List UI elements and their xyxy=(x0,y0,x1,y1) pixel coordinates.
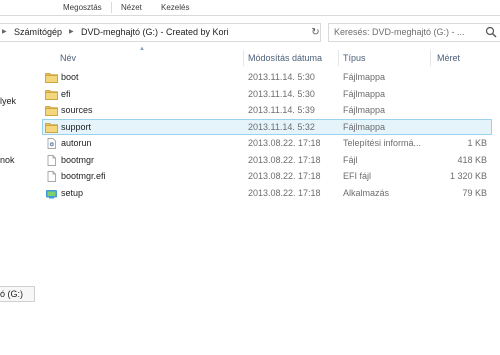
file-name: setup xyxy=(61,187,84,198)
file-type: Fájlmappa xyxy=(343,72,386,82)
address-row: ▶ Számítógép ▶ DVD-meghajtó (G:) - Creat… xyxy=(0,15,500,47)
file-name: sources xyxy=(61,105,93,115)
file-name: bootmgr.efi xyxy=(61,171,106,181)
tab-share[interactable]: Megosztás xyxy=(63,3,102,12)
navigation-pane: lyek nok ó (G:) xyxy=(0,46,37,355)
file-list: ▲ Név Módosítás dátuma Típus Méret boot 2… xyxy=(36,46,500,355)
breadcrumb-chevron-icon[interactable]: ▶ xyxy=(69,28,74,35)
file-size: 418 KB xyxy=(457,154,487,165)
column-header-name[interactable]: Név xyxy=(60,53,76,63)
nav-drive-label: ó (G:) xyxy=(0,289,24,299)
file-type: Telepítési informá... xyxy=(343,138,422,148)
file-row[interactable]: bootmgr.efi 2013.08.22. 17:18 EFI fájl 1 32… xyxy=(42,168,492,184)
folder-icon xyxy=(45,122,58,133)
file-name: boot xyxy=(61,72,79,82)
file-row[interactable]: bootmgr 2013.08.22. 17:18 Fájl 418 KB xyxy=(42,152,492,168)
tab-view[interactable]: Nézet xyxy=(121,3,142,12)
file-name: bootmgr xyxy=(61,154,95,165)
file-name: efi xyxy=(61,88,71,99)
file-type: Fájlmappa xyxy=(343,121,386,132)
refresh-icon[interactable]: ↻ xyxy=(308,26,323,39)
search-input[interactable]: Keresés: DVD-meghajtó (G:) - ... xyxy=(328,23,500,42)
file-row[interactable]: efi 2013.11.14. 5:30 Fájlmappa xyxy=(42,86,492,102)
file-icon xyxy=(45,154,58,166)
file-date: 2013.08.22. 17:18 xyxy=(248,171,321,181)
ribbon-tabs: Megosztás Nézet Kezelés xyxy=(0,0,500,15)
column-divider[interactable] xyxy=(430,50,431,66)
search-placeholder: Keresés: DVD-meghajtó (G:) - ... xyxy=(334,27,465,37)
file-date: 2013.11.14. 5:39 xyxy=(248,105,315,115)
nav-item[interactable]: lyek xyxy=(0,96,16,106)
file-row[interactable]: setup 2013.08.22. 17:18 Alkalmazás 79 KB xyxy=(42,185,492,201)
file-size: 1 320 KB xyxy=(449,171,487,181)
folder-icon xyxy=(45,72,58,83)
tab-manage[interactable]: Kezelés xyxy=(161,3,189,12)
file-name: support xyxy=(61,121,92,132)
file-size: 79 KB xyxy=(462,187,487,198)
folder-icon xyxy=(45,105,58,116)
search-icon[interactable] xyxy=(485,26,497,38)
file-date: 2013.11.14. 5:32 xyxy=(248,121,315,132)
column-header-date[interactable]: Módosítás dátuma xyxy=(248,53,322,63)
breadcrumb-chevron-icon[interactable]: ▶ xyxy=(2,28,7,35)
breadcrumb-dvd-drive[interactable]: DVD-meghajtó (G:) - Created by Kori xyxy=(81,27,229,37)
file-type: Fájlmappa xyxy=(343,88,386,99)
file-date: 2013.11.14. 5:30 xyxy=(248,72,315,82)
breadcrumb-computer[interactable]: Számítógép xyxy=(14,27,62,37)
column-divider[interactable] xyxy=(243,50,244,66)
file-name: autorun xyxy=(61,138,92,148)
file-date: 2013.08.22. 17:18 xyxy=(248,138,321,148)
file-row[interactable]: sources 2013.11.14. 5:39 Fájlmappa xyxy=(42,102,492,118)
file-row[interactable]: boot 2013.11.14. 5:30 Fájlmappa xyxy=(42,69,492,85)
tab-divider xyxy=(111,2,112,13)
file-date: 2013.08.22. 17:18 xyxy=(248,187,321,198)
file-date: 2013.08.22. 17:18 xyxy=(248,154,321,165)
file-size: 1 KB xyxy=(467,138,487,148)
file-row[interactable]: autorun 2013.08.22. 17:18 Telepítési infor… xyxy=(42,135,492,151)
column-divider[interactable] xyxy=(338,50,339,66)
file-icon xyxy=(45,171,58,182)
file-row[interactable]: support 2013.11.14. 5:32 Fájlmappa xyxy=(42,118,492,135)
file-date: 2013.11.14. 5:30 xyxy=(248,88,315,99)
folder-icon xyxy=(45,89,58,100)
nav-item[interactable]: nok xyxy=(0,155,15,165)
file-type: Fájl xyxy=(343,154,358,165)
file-type: Alkalmazás xyxy=(343,187,390,198)
file-type: Fájlmappa xyxy=(343,105,386,115)
nav-item-dvd-drive[interactable]: ó (G:) xyxy=(0,286,35,302)
file-type: EFI fájl xyxy=(343,171,372,181)
address-bar[interactable]: ▶ Számítógép ▶ DVD-meghajtó (G:) - Creat… xyxy=(0,23,321,42)
column-header-type[interactable]: Típus xyxy=(343,53,366,63)
settings-file-icon xyxy=(45,138,58,149)
sort-ascending-icon: ▲ xyxy=(139,46,145,52)
setup-app-icon xyxy=(45,188,58,199)
column-header-size[interactable]: Méret xyxy=(437,53,460,63)
